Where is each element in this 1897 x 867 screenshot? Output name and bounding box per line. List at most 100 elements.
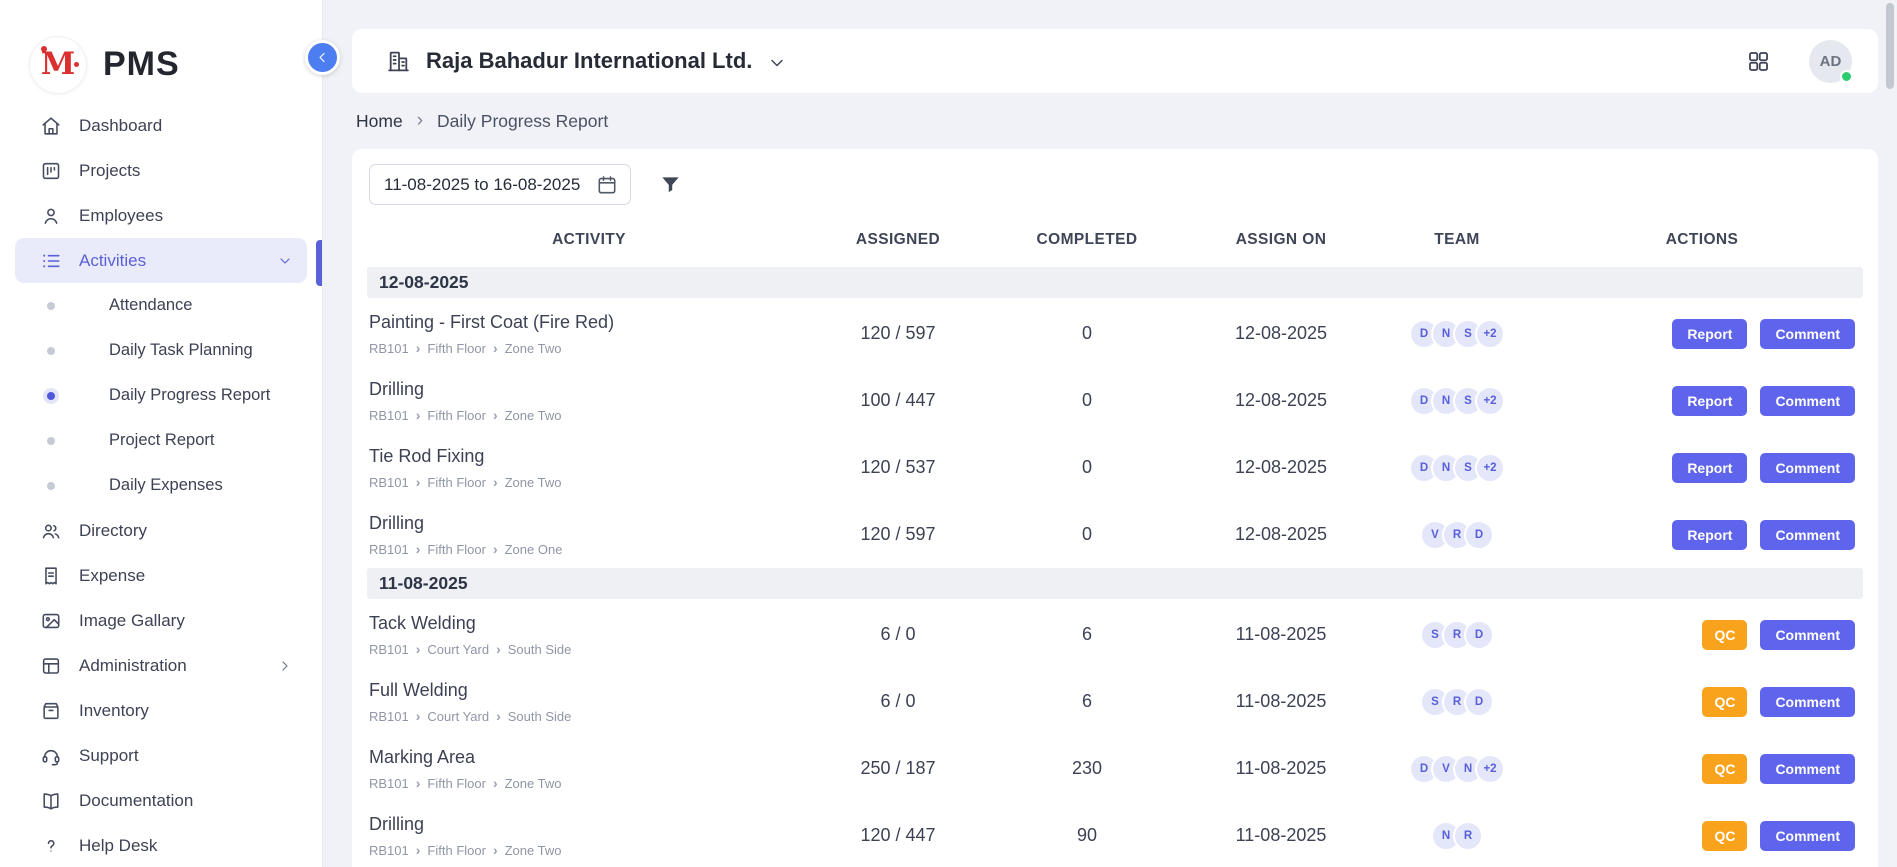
report-button[interactable]: Report [1672,520,1747,550]
chevron-right-icon [496,709,501,723]
team-avatars: SRD [1373,620,1541,650]
activity-title: Full Welding [369,680,801,701]
date-range-input[interactable]: 11-08-2025 to 16-08-2025 [369,164,631,205]
sidebar-nav: DashboardProjects Employees Activities Atte… [0,103,322,867]
sidebar-subitem-daily-expenses[interactable]: Daily Expenses [15,463,307,508]
scrollbar-thumb[interactable] [1886,3,1894,89]
bullet-icon [47,482,55,490]
location-path-segment: Zone Two [505,408,562,423]
comment-button[interactable]: Comment [1760,754,1855,784]
comment-button[interactable]: Comment [1760,319,1855,349]
completed-value: 0 [985,457,1189,478]
comment-button[interactable]: Comment [1760,821,1855,851]
completed-value: 0 [985,524,1189,545]
comment-button[interactable]: Comment [1760,687,1855,717]
employees-icon [40,205,62,227]
breadcrumb-home[interactable]: Home [356,111,403,132]
sidebar-subitem-label: Attendance [109,296,192,315]
sidebar-item-label: Expense [79,566,145,586]
report-button[interactable]: Report [1672,386,1747,416]
activity-location-path: RB101Fifth FloorZone Two [369,776,801,791]
team-member-avatar[interactable]: D [1464,620,1494,650]
sidebar-item-label: Employees [79,206,163,226]
column-header-assign-on: ASSIGN ON [1189,231,1373,249]
location-path-segment: RB101 [369,776,409,791]
chevron-right-icon [416,709,421,723]
assign-on-date: 11-08-2025 [1189,758,1373,779]
activity-location-path: RB101Fifth FloorZone Two [369,408,801,423]
chevron-right-icon [493,408,498,422]
breadcrumb-current: Daily Progress Report [437,111,608,132]
location-path-segment: RB101 [369,475,409,490]
activity-title: Drilling [369,513,801,534]
sidebar-subitem-attendance[interactable]: Attendance [15,283,307,328]
comment-button[interactable]: Comment [1760,520,1855,550]
filter-icon[interactable] [659,173,682,196]
sidebar-item-label: Image Gallary [79,611,185,631]
sidebar-subitem-daily-task-planning[interactable]: Daily Task Planning [15,328,307,373]
assign-on-date: 12-08-2025 [1189,323,1373,344]
user-avatar[interactable]: AD [1809,40,1852,83]
report-card: 11-08-2025 to 16-08-2025 ACTIVITYASSIGNE… [352,149,1878,867]
sidebar-item-expense[interactable]: Expense [15,553,307,598]
company-selector[interactable]: Raja Bahadur International Ltd. [386,48,787,74]
sidebar-item-image-gallary[interactable]: Image Gallary [15,598,307,643]
report-button[interactable]: Report [1672,453,1747,483]
sidebar-item-dashboard[interactable]: Dashboard [15,103,307,148]
location-path-segment: Fifth Floor [427,408,486,423]
activity-location-path: RB101Fifth FloorZone Two [369,475,801,490]
sidebar-subitem-label: Daily Progress Report [109,386,270,405]
team-member-avatar[interactable]: D [1464,687,1494,717]
team-member-avatar[interactable]: R [1453,821,1483,851]
comment-button[interactable]: Comment [1760,620,1855,650]
sidebar-item-inventory[interactable]: Inventory [15,688,307,733]
comment-button[interactable]: Comment [1760,453,1855,483]
activity-row: DrillingRB101Fifth FloorZone Two120 / 44… [367,802,1863,867]
sidebar-item-support[interactable]: Support [15,733,307,778]
location-path-segment: RB101 [369,542,409,557]
activities-icon [40,250,62,272]
team-overflow-badge[interactable]: +2 [1475,453,1505,483]
team-overflow-badge[interactable]: +2 [1475,754,1505,784]
qc-button[interactable]: QC [1702,821,1747,851]
column-header-activity: ACTIVITY [367,231,811,249]
qc-button[interactable]: QC [1702,620,1747,650]
chevron-left-icon [315,50,330,65]
chevron-right-icon [493,475,498,489]
sidebar-item-directory[interactable]: Directory [15,508,307,553]
sidebar-item-administration[interactable]: Administration [15,643,307,688]
location-path-segment: Court Yard [427,709,489,724]
team-overflow-badge[interactable]: +2 [1475,319,1505,349]
chevron-down-icon [767,53,787,73]
sidebar-subitem-daily-progress-report[interactable]: Daily Progress Report [15,373,307,418]
sidebar-subitem-label: Daily Task Planning [109,341,253,360]
activity-cell: DrillingRB101Fifth FloorZone Two [367,379,811,423]
sidebar-subitem-project-report[interactable]: Project Report [15,418,307,463]
location-path-segment: Fifth Floor [427,341,486,356]
qc-button[interactable]: QC [1702,687,1747,717]
sidebar-collapse-button[interactable] [305,40,340,75]
support-icon [40,745,62,767]
team-member-avatar[interactable]: D [1464,520,1494,550]
report-button[interactable]: Report [1672,319,1747,349]
apps-grid-icon[interactable] [1746,49,1771,74]
comment-button[interactable]: Comment [1760,386,1855,416]
activity-row: Tack WeldingRB101Court YardSouth Side6 /… [367,601,1863,668]
qc-button[interactable]: QC [1702,754,1747,784]
table-body: 12-08-2025Painting - First Coat (Fire Re… [367,267,1863,867]
logo-dot [41,46,47,52]
sidebar-item-activities[interactable]: Activities [15,238,307,283]
bullet-icon [47,392,55,400]
team-overflow-badge[interactable]: +2 [1475,386,1505,416]
sidebar-item-documentation[interactable]: Documentation [15,778,307,823]
bullet-icon [47,347,55,355]
sidebar-item-projects[interactable]: Projects [15,148,307,193]
activity-title: Tack Welding [369,613,801,634]
bullet-icon [47,437,55,445]
logo-dot [74,62,79,67]
building-icon [386,49,411,74]
sidebar-item-employees[interactable]: Employees [15,193,307,238]
sidebar-item-help-desk[interactable]: Help Desk [15,823,307,867]
activity-title: Marking Area [369,747,801,768]
activity-cell: Marking Area RB101Fifth FloorZone Two [367,747,811,791]
